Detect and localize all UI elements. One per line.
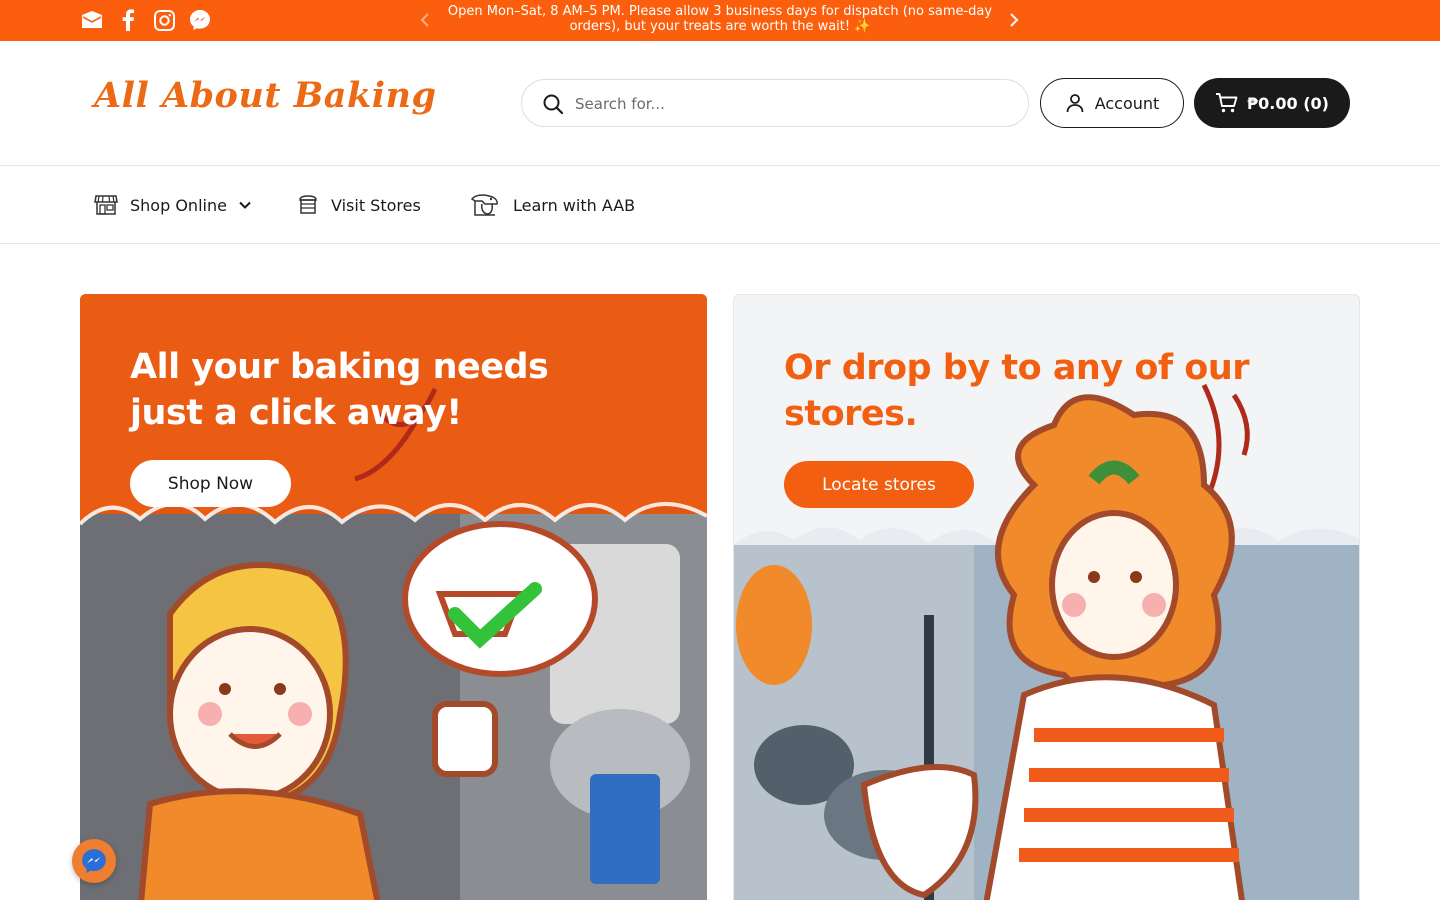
search-icon [543,94,564,115]
chevron-down-icon [239,201,251,209]
storefront-icon [94,195,118,215]
messenger-chat-button[interactable] [72,839,116,883]
facebook-icon[interactable] [116,8,140,32]
social-links [80,8,212,32]
mixer-icon [470,194,498,216]
announcement-prev-button[interactable] [414,9,436,31]
search-input[interactable] [575,92,1005,116]
nav-label: Shop Online [130,195,227,215]
announcement-bar: Open Mon–Sat, 8 AM–5 PM. Please allow 3 … [0,0,1440,41]
banner-visit-stores[interactable]: Or drop by to any of our stores. Locate … [733,294,1360,900]
nav-item-shop-online[interactable]: Shop Online [94,190,251,220]
cart-icon [1216,93,1238,113]
site-header: All About Baking Account ₱0.00 (0) [0,41,1440,166]
site-logo[interactable]: All About Baking [94,75,436,116]
nav-label: Visit Stores [331,195,421,215]
banner-title: All your baking needs just a click away! [130,347,549,433]
instagram-icon[interactable] [152,8,176,32]
shop-now-button[interactable]: Shop Now [130,460,291,507]
nav-item-learn-with-aab[interactable]: Learn with AAB [469,190,635,220]
main-nav: Shop Online Visit Stores Learn with AAB [0,166,1440,244]
banner-title: Or drop by to any of our stores. [784,348,1250,434]
messenger-icon[interactable] [188,8,212,32]
account-label: Account [1094,93,1160,113]
account-button[interactable]: Account [1040,78,1184,128]
nav-label: Learn with AAB [513,195,636,215]
cart-label: ₱0.00 (0) [1247,93,1329,113]
store-icon [299,195,317,214]
announcement-text: Open Mon–Sat, 8 AM–5 PM. Please allow 3 … [447,4,993,34]
nav-item-visit-stores[interactable]: Visit Stores [297,190,421,220]
announcement-next-button[interactable] [1003,9,1025,31]
mail-icon[interactable] [80,8,104,32]
messenger-icon [82,849,106,873]
banner-shop-online[interactable]: All your baking needs just a click away!… [80,294,707,900]
locate-stores-button[interactable]: Locate stores [784,461,974,508]
user-icon [1066,94,1084,113]
search-bar[interactable] [521,79,1029,127]
cart-button[interactable]: ₱0.00 (0) [1194,78,1350,128]
